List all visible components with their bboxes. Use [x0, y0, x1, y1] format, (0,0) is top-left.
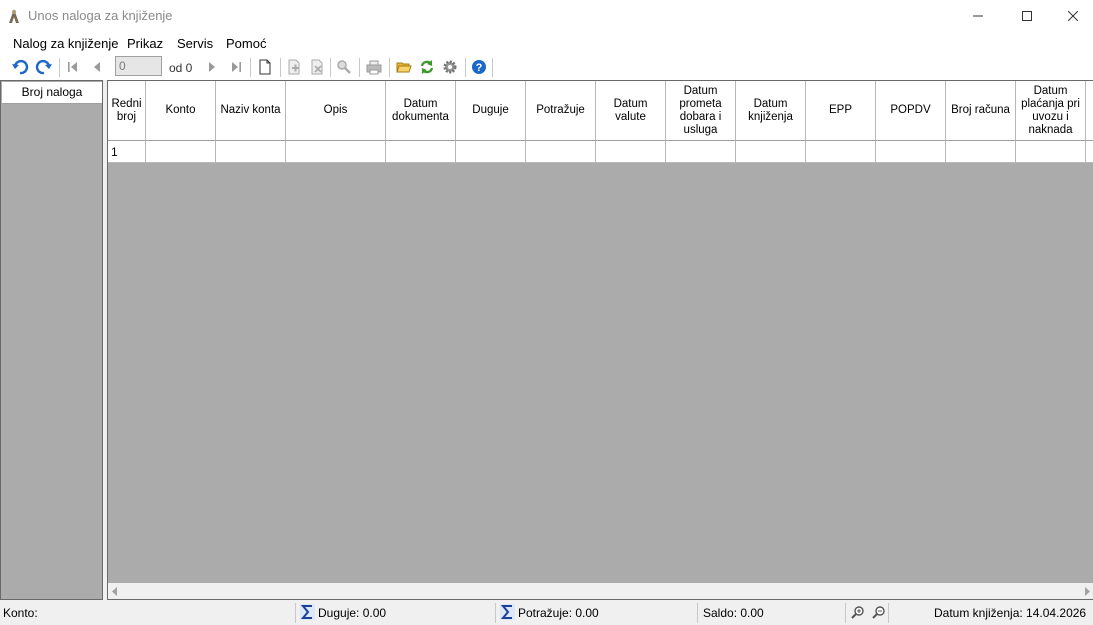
status-konto: Konto:	[3, 606, 38, 620]
left-panel: Broj naloga	[0, 80, 103, 600]
scroll-left-icon[interactable]	[111, 587, 119, 596]
search-button[interactable]	[335, 58, 353, 76]
horizontal-scrollbar[interactable]	[108, 583, 1093, 599]
cell-datum-knjizenja[interactable]	[736, 141, 806, 163]
menu-pomoc[interactable]: Pomoć	[226, 36, 266, 51]
menu-nalog-za-knjizenje[interactable]: Nalog za knjiženje	[13, 36, 119, 51]
record-number-input[interactable]	[115, 56, 162, 76]
add-row-button[interactable]	[285, 58, 303, 76]
status-bar: Konto: Duguje: 0.00 Potražuje: 0.00 Sald…	[0, 600, 1093, 625]
broj-naloga-header[interactable]: Broj naloga	[2, 82, 102, 104]
redo-button[interactable]	[35, 58, 53, 76]
col-header-datum-valute[interactable]: Datum valute	[596, 81, 666, 141]
col-header-datum-prometa[interactable]: Datum prometa dobara i usluga	[666, 81, 736, 141]
last-record-button[interactable]	[227, 58, 245, 76]
col-header-epp[interactable]: EPP	[806, 81, 876, 141]
col-header-opis[interactable]: Opis	[286, 81, 386, 141]
settings-button[interactable]	[441, 58, 459, 76]
status-duguje: Duguje: 0.00	[318, 606, 387, 620]
cell-popdv[interactable]	[876, 141, 946, 163]
title-bar: Unos naloga za knjiženje	[0, 0, 1093, 31]
new-document-icon	[259, 59, 271, 75]
last-record-icon	[232, 62, 241, 72]
print-button[interactable]	[365, 58, 383, 76]
help-icon: ?	[472, 60, 486, 74]
svg-text:?: ?	[476, 62, 483, 74]
open-folder-button[interactable]	[395, 58, 413, 76]
col-header-datum-knjizenja[interactable]: Datum knjiženja	[736, 81, 806, 141]
delete-row-icon	[311, 59, 323, 75]
menu-servis[interactable]: Servis	[177, 36, 213, 51]
cell-duguje[interactable]	[456, 141, 526, 163]
print-icon	[366, 60, 382, 75]
cell-datum-placanja[interactable]	[1016, 141, 1086, 163]
col-header-overflow	[1086, 81, 1093, 141]
app-icon	[9, 9, 19, 23]
cell-opis[interactable]	[286, 141, 386, 163]
first-record-icon	[68, 62, 77, 72]
cell-datum-valute[interactable]	[596, 141, 666, 163]
cell-epp[interactable]	[806, 141, 876, 163]
col-header-konto[interactable]: Konto	[146, 81, 216, 141]
status-datum-knjizenja: Datum knjiženja: 14.04.2026	[934, 606, 1087, 620]
menu-prikaz[interactable]: Prikaz	[127, 36, 163, 51]
col-header-popdv[interactable]: POPDV	[876, 81, 946, 141]
scroll-right-icon[interactable]	[1083, 587, 1091, 596]
refresh-button[interactable]	[418, 58, 436, 76]
search-icon	[337, 60, 351, 74]
close-button[interactable]	[1050, 0, 1093, 31]
add-row-icon	[288, 59, 300, 75]
next-record-icon	[209, 62, 215, 72]
cell-overflow	[1086, 141, 1093, 163]
col-header-potrazuje[interactable]: Potražuje	[526, 81, 596, 141]
prev-record-button[interactable]	[88, 58, 106, 76]
maximize-icon	[1022, 10, 1032, 21]
col-header-redni-broj[interactable]: Redni broj	[108, 81, 146, 141]
cell-konto[interactable]	[146, 141, 216, 163]
delete-row-button[interactable]	[308, 58, 326, 76]
redo-icon	[35, 59, 52, 75]
minimize-button[interactable]	[955, 0, 1001, 31]
col-header-datum-dokumenta[interactable]: Datum dokumenta	[386, 81, 456, 141]
col-header-naziv-konta[interactable]: Naziv konta	[216, 81, 286, 141]
col-header-duguje[interactable]: Duguje	[456, 81, 526, 141]
undo-icon	[12, 59, 29, 75]
prev-record-icon	[94, 62, 100, 72]
new-document-button[interactable]	[256, 58, 274, 76]
cell-datum-dokumenta[interactable]	[386, 141, 456, 163]
menu-bar: Nalog za knjiženje Prikaz Servis Pomoć	[0, 31, 1093, 55]
cell-potrazuje[interactable]	[526, 141, 596, 163]
record-count-label: od 0	[169, 61, 193, 75]
zoom-in-icon[interactable]	[851, 605, 865, 619]
help-button[interactable]: ?	[470, 58, 488, 76]
cell-datum-prometa[interactable]	[666, 141, 736, 163]
maximize-button[interactable]	[1004, 0, 1050, 31]
status-saldo: Saldo: 0.00	[703, 606, 764, 620]
toolbar: ?	[0, 55, 1093, 80]
zoom-out-icon[interactable]	[872, 605, 886, 619]
posting-grid: Redni broj Konto Naziv konta Opis Datum …	[107, 80, 1093, 600]
status-potrazuje: Potražuje: 0.00	[518, 606, 599, 620]
window-title: Unos naloga za knjiženje	[28, 8, 173, 23]
sum-icon	[300, 604, 315, 620]
close-icon	[1068, 10, 1078, 21]
sum-icon	[500, 604, 515, 620]
col-header-broj-racuna[interactable]: Broj računa	[946, 81, 1016, 141]
minimize-icon	[973, 15, 983, 16]
undo-button[interactable]	[11, 58, 29, 76]
cell-broj-racuna[interactable]	[946, 141, 1016, 163]
col-header-datum-placanja[interactable]: Datum plaćanja pri uvozu i naknada	[1016, 81, 1086, 141]
first-record-button[interactable]	[64, 58, 82, 76]
refresh-icon	[420, 60, 434, 74]
settings-gear-icon	[443, 60, 457, 74]
open-folder-icon	[396, 62, 412, 73]
cell-redni-broj[interactable]: 1	[108, 141, 146, 163]
cell-naziv-konta[interactable]	[216, 141, 286, 163]
next-record-button[interactable]	[203, 58, 221, 76]
